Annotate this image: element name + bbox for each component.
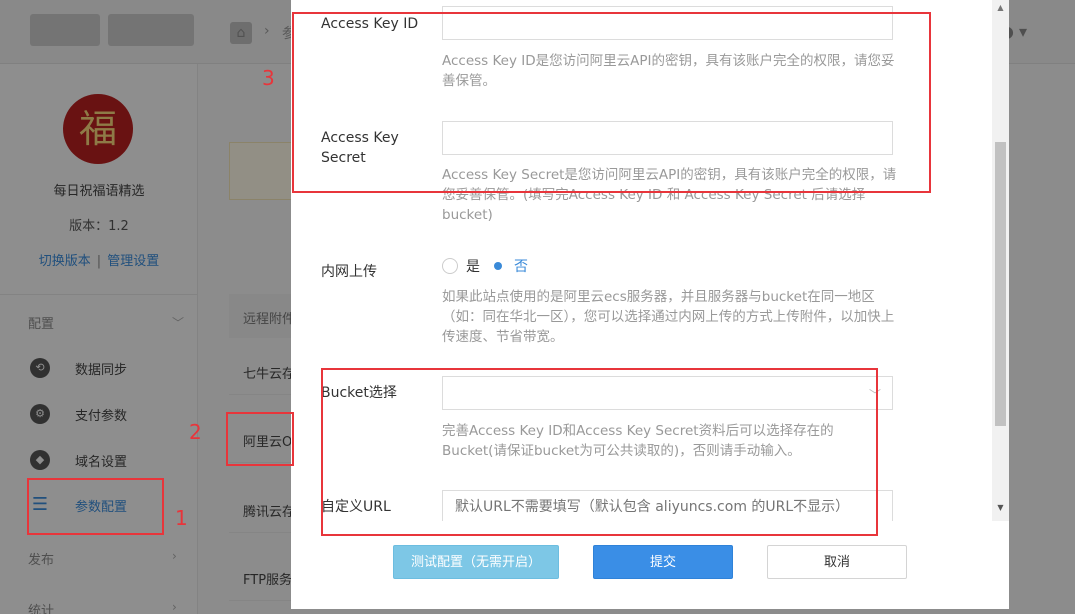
- annotation-box-bucket: [321, 368, 878, 536]
- test-config-button[interactable]: 测试配置（无需开启）: [393, 545, 559, 579]
- scroll-up-arrow-icon[interactable]: ▲: [992, 0, 1009, 16]
- annotation-box-2: [226, 412, 294, 466]
- annotation-box-3: [292, 12, 931, 193]
- annotation-number-3: 3: [262, 66, 275, 90]
- annotation-number-1: 1: [175, 506, 188, 530]
- modal-scrollbar[interactable]: ▲ ▼: [992, 0, 1009, 521]
- scroll-down-arrow-icon[interactable]: ▼: [992, 500, 1009, 516]
- radio-yes-label[interactable]: 是: [466, 256, 480, 276]
- radio-no[interactable]: [490, 258, 506, 274]
- internal-upload-help: 如果此站点使用的是阿里云ecs服务器，并且服务器与bucket在同一地区（如：同…: [442, 289, 895, 345]
- cancel-button[interactable]: 取消: [767, 545, 907, 579]
- internal-upload-label: 内网上传: [321, 264, 377, 280]
- radio-no-label[interactable]: 否: [514, 256, 528, 276]
- annotation-number-2: 2: [189, 420, 202, 444]
- internal-upload-radio-group: 是否: [442, 256, 538, 276]
- annotation-box-1: [27, 478, 164, 535]
- scrollbar-thumb[interactable]: [995, 142, 1006, 426]
- submit-button[interactable]: 提交: [593, 545, 733, 579]
- radio-yes[interactable]: [442, 258, 458, 274]
